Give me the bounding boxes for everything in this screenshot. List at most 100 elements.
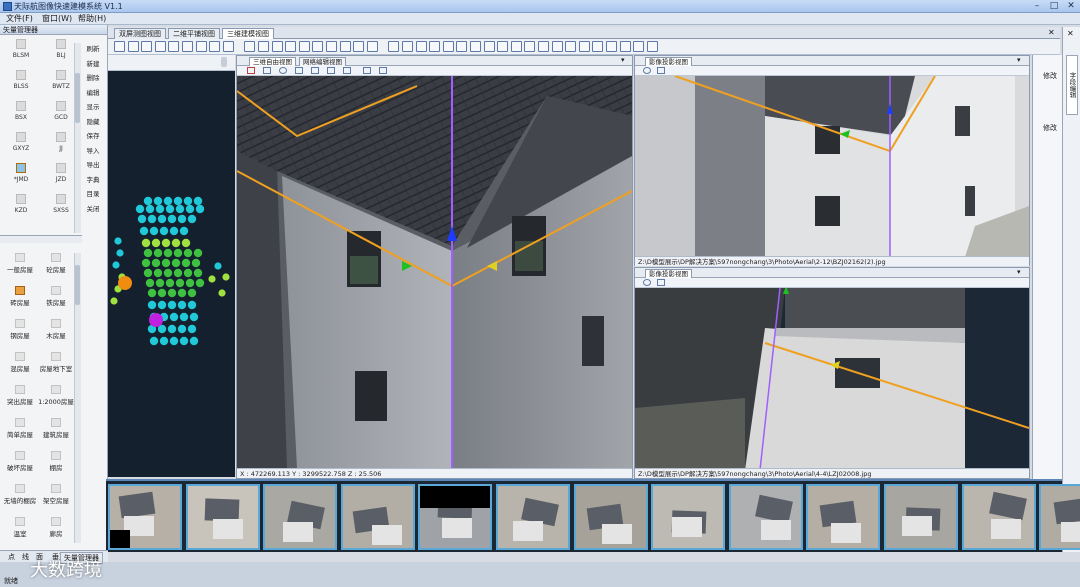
building-type-item[interactable]: 棚房: [38, 451, 74, 472]
tab-point[interactable]: 点: [8, 552, 15, 562]
tab-image-projection-bottom[interactable]: 影像投影视图: [645, 269, 692, 278]
layer-item[interactable]: BSX: [2, 101, 40, 121]
building-type-item[interactable]: 砼房屋: [38, 253, 74, 274]
photo-thumbnail[interactable]: [728, 484, 803, 550]
tab-line[interactable]: 线: [22, 552, 29, 562]
photo-thumbnail[interactable]: [108, 484, 182, 550]
mesh-icon[interactable]: [295, 67, 303, 74]
image-view-bottom-dropdown-icon[interactable]: ▾: [1017, 268, 1021, 276]
side-command[interactable]: 隐藏: [84, 116, 102, 126]
modify-label-1[interactable]: 修改: [1043, 71, 1057, 81]
building-type-item[interactable]: 1:2000房屋: [38, 385, 74, 406]
photo-thumbnail[interactable]: [651, 484, 726, 550]
photo-thumbnail[interactable]: [496, 484, 570, 550]
select-icon[interactable]: [311, 67, 319, 74]
tab-dual-screen[interactable]: 双屏测图视图: [114, 28, 166, 39]
rect-icon[interactable]: [497, 41, 509, 52]
building-type-item[interactable]: 突出房屋: [2, 385, 38, 406]
layout-icon[interactable]: [168, 41, 180, 52]
pin-icon[interactable]: [221, 57, 227, 67]
side-command[interactable]: 刷新: [84, 43, 102, 53]
building-scrollbar[interactable]: [74, 253, 81, 543]
delete-icon[interactable]: [606, 41, 617, 52]
photo-thumbnail[interactable]: [961, 484, 1036, 550]
building-type-item[interactable]: 铁房屋: [38, 286, 74, 307]
line-icon[interactable]: [442, 41, 454, 52]
curve-icon[interactable]: [470, 41, 481, 52]
tab-3d-modeling[interactable]: 三维建模视图: [222, 28, 274, 39]
side-command[interactable]: 保存: [84, 130, 102, 140]
building-type-item[interactable]: 架空房屋: [38, 484, 74, 505]
menu-help[interactable]: 帮助(H): [76, 13, 108, 25]
box-select-icon[interactable]: [326, 41, 337, 52]
move-icon[interactable]: [353, 41, 365, 52]
layer-item[interactable]: GXYZ: [2, 132, 40, 152]
open-icon[interactable]: [127, 41, 139, 52]
zoom-icon[interactable]: [271, 41, 283, 52]
save-view-icon[interactable]: [363, 67, 371, 74]
polyline-icon[interactable]: [456, 41, 468, 52]
measure-icon[interactable]: [222, 41, 234, 52]
menu-file[interactable]: 文件(F): [4, 13, 35, 25]
sun-icon[interactable]: [643, 279, 651, 286]
circle-icon[interactable]: [483, 41, 495, 52]
building-type-item[interactable]: 一般房屋: [2, 253, 38, 274]
fit-icon[interactable]: [657, 67, 665, 74]
overlay-icon[interactable]: [195, 41, 207, 52]
scale-icon[interactable]: [633, 41, 645, 52]
photo-thumbnail[interactable]: [263, 484, 338, 550]
maximize-button[interactable]: □: [1047, 1, 1061, 11]
side-command[interactable]: 编辑: [84, 87, 102, 97]
frame-icon[interactable]: [263, 67, 271, 74]
redo-icon[interactable]: [429, 41, 441, 52]
aerial-photo-bottom[interactable]: [635, 288, 1029, 470]
window-icon[interactable]: [182, 41, 193, 52]
flag-icon[interactable]: [285, 41, 297, 52]
side-command[interactable]: 字典: [84, 174, 102, 184]
tab-3d-free[interactable]: 三维自由视图: [249, 57, 296, 66]
export-icon[interactable]: [379, 67, 387, 74]
image-view-top-dropdown-icon[interactable]: ▾: [1017, 56, 1021, 64]
side-command[interactable]: 新建: [84, 58, 102, 68]
cut-icon[interactable]: [551, 41, 563, 52]
building-type-item[interactable]: 简单房屋: [2, 418, 38, 439]
minimize-button[interactable]: –: [1030, 1, 1044, 11]
photo-thumbnail[interactable]: [1039, 484, 1080, 550]
photo-thumbnail[interactable]: [573, 484, 648, 550]
building-type-item[interactable]: 破坏房屋: [2, 451, 38, 472]
layer-item[interactable]: *JMD: [2, 163, 40, 183]
close-button[interactable]: ✕: [1064, 1, 1078, 11]
side-command[interactable]: 目录: [84, 188, 102, 198]
photo-thumbnail[interactable]: [340, 484, 415, 550]
pointer-icon[interactable]: [244, 41, 256, 52]
layer-icon[interactable]: [327, 67, 335, 74]
rotate-icon[interactable]: [646, 41, 658, 52]
building-type-item[interactable]: 砖房屋: [2, 286, 38, 307]
next-icon[interactable]: [402, 41, 413, 52]
building-type-item[interactable]: 钢房屋: [2, 319, 38, 340]
building-type-item[interactable]: 廊房: [38, 517, 74, 538]
grid2-icon[interactable]: [619, 41, 631, 52]
dock-close-icon[interactable]: ✕: [1067, 29, 1074, 38]
texture-icon[interactable]: [343, 67, 351, 74]
photo-thumbnail[interactable]: [884, 484, 958, 550]
layer-item[interactable]: BLSS: [2, 70, 40, 90]
aerial-photo-top[interactable]: [635, 76, 1029, 257]
layer-item[interactable]: BLSM: [2, 39, 40, 59]
building-type-item[interactable]: 房屋地下室: [38, 352, 74, 373]
grid-icon[interactable]: [141, 41, 153, 52]
building-type-item[interactable]: 建筑房屋: [38, 418, 74, 439]
modify-label-2[interactable]: 修改: [1043, 123, 1057, 133]
trim-icon[interactable]: [565, 41, 577, 52]
layer-item[interactable]: KZD: [2, 194, 40, 214]
camera-position-view[interactable]: [108, 71, 235, 477]
side-command[interactable]: 删除: [84, 72, 102, 82]
prev-icon[interactable]: [388, 41, 400, 52]
view-icon[interactable]: [154, 41, 166, 52]
dropper-icon[interactable]: [258, 41, 269, 52]
field-edit-tab[interactable]: 字段编辑: [1066, 55, 1078, 115]
building-type-item[interactable]: 无墙的棚房: [2, 484, 38, 505]
building-type-item[interactable]: 温室: [2, 517, 38, 538]
building-type-item[interactable]: 混房屋: [2, 352, 38, 373]
undo-icon[interactable]: [415, 41, 427, 52]
